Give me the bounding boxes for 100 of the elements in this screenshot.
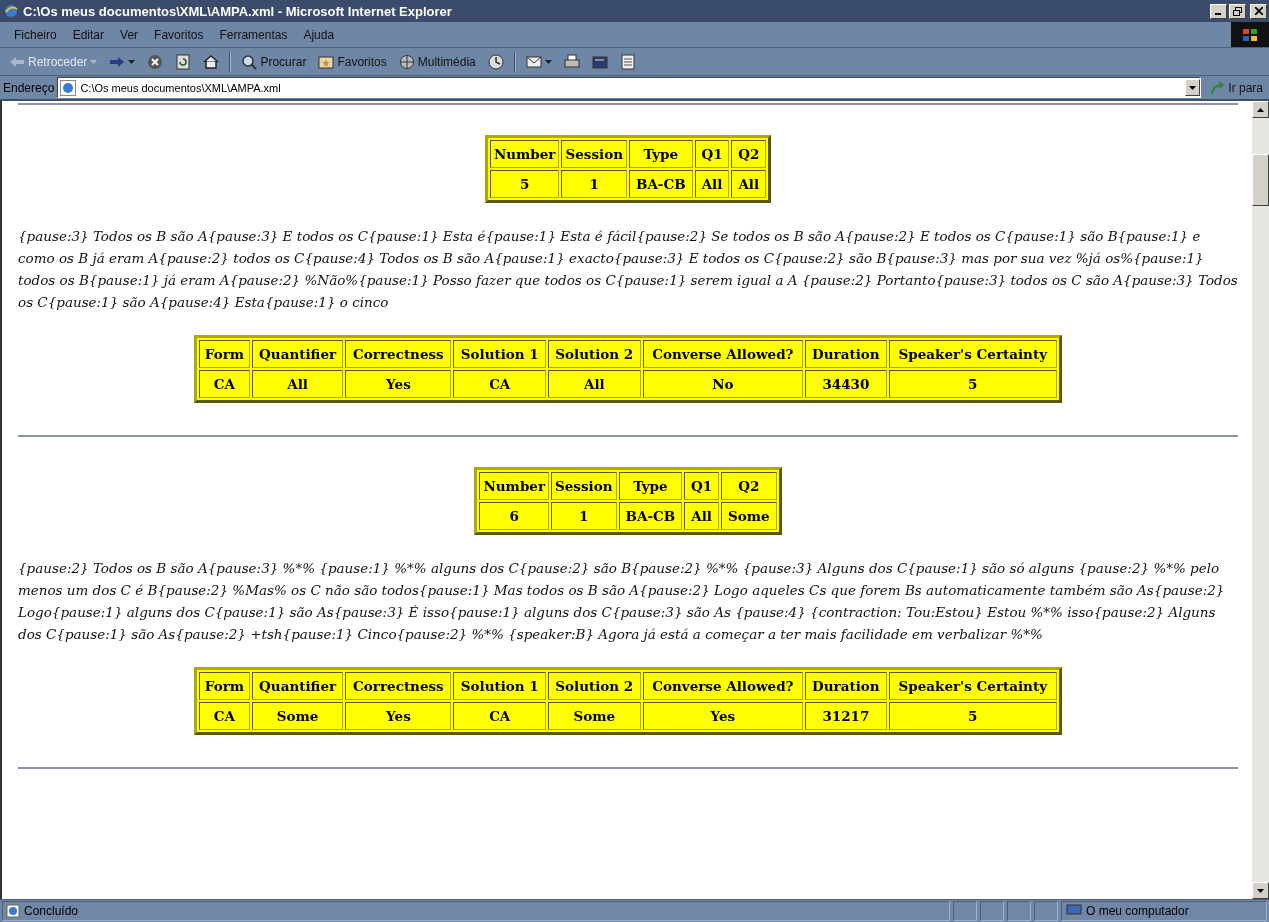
table-cell: Yes <box>345 370 452 398</box>
star-folder-icon <box>318 53 335 70</box>
menu-item[interactable]: Editar <box>64 27 113 42</box>
table-cell: All <box>251 370 344 398</box>
column-header: Number <box>479 472 550 500</box>
column-header: Solution 1 <box>453 672 546 700</box>
caret-icon <box>90 59 98 64</box>
column-header: Q1 <box>694 140 730 168</box>
column-header: Q2 <box>731 140 767 168</box>
table-cell: 34430 <box>805 370 887 398</box>
caret-icon <box>1189 85 1197 90</box>
address-field[interactable]: C:\Os meus documentos\XML\AMPA.xml <box>57 77 1202 98</box>
address-label: Endereço <box>3 80 55 95</box>
zone-text: O meu computador <box>1086 904 1189 918</box>
table-cell: 1 <box>561 170 627 198</box>
table-cell: No <box>642 370 804 398</box>
column-header: Correctness <box>345 340 452 368</box>
column-header: Duration <box>805 340 887 368</box>
table-cell: CA <box>453 702 546 730</box>
menu-item[interactable]: Favoritos <box>146 27 212 42</box>
up-arrow-icon <box>1257 107 1264 112</box>
envelope-icon <box>525 53 542 70</box>
search-icon <box>241 53 258 70</box>
caret-icon <box>544 59 552 64</box>
search-button[interactable]: Procurar <box>236 51 312 72</box>
printer-icon <box>563 53 580 70</box>
table-cell: BA-CB <box>618 502 683 530</box>
table-cell: Some <box>720 502 777 530</box>
menu-item[interactable]: Ficheiro <box>6 27 65 42</box>
clock-icon <box>487 53 504 70</box>
column-header: Correctness <box>345 672 452 700</box>
table-cell: CA <box>199 702 250 730</box>
restore-button[interactable] <box>1229 3 1246 19</box>
table-cell: 1 <box>551 502 617 530</box>
table-cell: Yes <box>345 702 452 730</box>
vertical-scrollbar[interactable] <box>1252 101 1269 899</box>
table-cell: Some <box>251 702 344 730</box>
column-header: Solution 2 <box>548 340 641 368</box>
refresh-icon <box>175 53 192 70</box>
column-header: Q1 <box>684 472 719 500</box>
page-icon <box>6 904 20 918</box>
status-text: Concluído <box>24 904 79 918</box>
minimize-button[interactable] <box>1210 3 1227 19</box>
windows-logo <box>1231 22 1269 47</box>
table-cell: Some <box>548 702 641 730</box>
computer-icon <box>1066 904 1082 918</box>
curved-arrow-icon <box>1210 80 1227 95</box>
restore-icon <box>1233 6 1242 16</box>
column-header: Q2 <box>720 472 777 500</box>
table-cell: All <box>548 370 641 398</box>
window-icon <box>591 53 608 70</box>
menu-item[interactable]: Ajuda <box>295 27 343 42</box>
close-button[interactable] <box>1250 3 1267 19</box>
column-header: Speaker's Certainty <box>888 340 1057 368</box>
down-arrow-icon <box>1257 888 1264 893</box>
media-button[interactable]: Multimédia <box>393 51 481 72</box>
table-cell: 5 <box>888 702 1057 730</box>
stop-icon <box>147 53 164 70</box>
column-header: Duration <box>805 672 887 700</box>
table-cell: 5 <box>489 170 560 198</box>
column-header: Quantifier <box>251 340 344 368</box>
caret-icon <box>128 59 136 64</box>
column-header: Solution 1 <box>453 340 546 368</box>
transcript-paragraph: {pause:2} Todos os B são A{pause:3} %*% {pause:1} %*% alguns dos C{pause:2} são B{pause:2} %*% {pause:3} Alguns dos C{pause:1} são só alguns {pause:2} %*% pelo menos um dos C é B{pause:2} %Mas% os C não são todos{pause:1} Mas todos os B são A{pause:2} Logo aqueles Cs que forem Bs automaticamente também são As{pause:2} Logo{pause:1} alguns dos C{pause:1} são As{pause:3} É isso{pause:1} alguns dos C{pause:3} são As {pause:4} {contraction: Tou:Estou} Estou %*% isso{pause:2} Alguns dos C{pause:1} são As{pause:2} +tsh{pause:1} Cinco{pause:2} %*% {speaker:B} Agora já está a começar a ter mais facilidade em verbalizar %*% <box>18 559 1226 644</box>
page-icon <box>60 79 77 96</box>
table-cell: CA <box>453 370 546 398</box>
table-cell: All <box>731 170 767 198</box>
table-cell: All <box>684 502 719 530</box>
column-header: Form <box>199 672 250 700</box>
favorites-button[interactable]: Favoritos <box>313 51 392 72</box>
close-icon <box>1254 7 1263 15</box>
browser-icon <box>3 3 19 19</box>
table-cell: 6 <box>479 502 550 530</box>
table-cell: 5 <box>888 370 1057 398</box>
column-header: Type <box>618 472 683 500</box>
home-icon <box>203 53 220 70</box>
transcript-paragraph: {pause:3} Todos os B são A{pause:3} E todos os C{pause:1} Esta é{pause:1} Esta é fácil{pause:2} Se todos os B são A{pause:2} E todos os C{pause:1} são B{pause:1} e como os B já eram A{pause:2} todos os C{pause:4} Todos os B são A{pause:1} exacto{pause:3} E todos os C{pause:2} são B{pause:3} mas por sua vez %já os%{pause:1} todos os B{pause:1} já eram A{pause:2} %Não%{pause:1} Posso fazer que todos os C{pause:1} serem igual a A {pause:2} Portanto{pause:3} todos os C são A{pause:3} Todos os C{pause:1} são A{pause:4} Esta{pause:1} o cinco <box>18 227 1238 312</box>
column-header: Session <box>561 140 627 168</box>
dropdown-button[interactable] <box>1185 79 1201 96</box>
column-header: Converse Allowed? <box>642 672 804 700</box>
table-cell: CA <box>199 370 250 398</box>
go-button[interactable]: Ir para <box>1204 80 1269 95</box>
column-header: Quantifier <box>251 672 344 700</box>
menu-item[interactable]: Ferramentas <box>211 27 296 42</box>
table-cell: All <box>694 170 730 198</box>
column-header: Session <box>551 472 617 500</box>
scrollbar-thumb[interactable] <box>1252 154 1269 206</box>
window-title: C:\Os meus documentos\XML\AMPA.xml - Microsoft Internet Explorer <box>23 3 453 19</box>
column-header: Type <box>629 140 693 168</box>
column-header: Form <box>199 340 250 368</box>
document-icon <box>619 53 636 70</box>
column-header: Number <box>489 140 560 168</box>
table-cell: Yes <box>642 702 804 730</box>
column-header: Converse Allowed? <box>642 340 804 368</box>
menu-item[interactable]: Ver <box>112 27 147 42</box>
column-header: Solution 2 <box>548 672 641 700</box>
column-header: Speaker's Certainty <box>888 672 1057 700</box>
table-cell: 31217 <box>805 702 887 730</box>
globe-icon <box>398 53 415 70</box>
table-cell: BA-CB <box>629 170 693 198</box>
